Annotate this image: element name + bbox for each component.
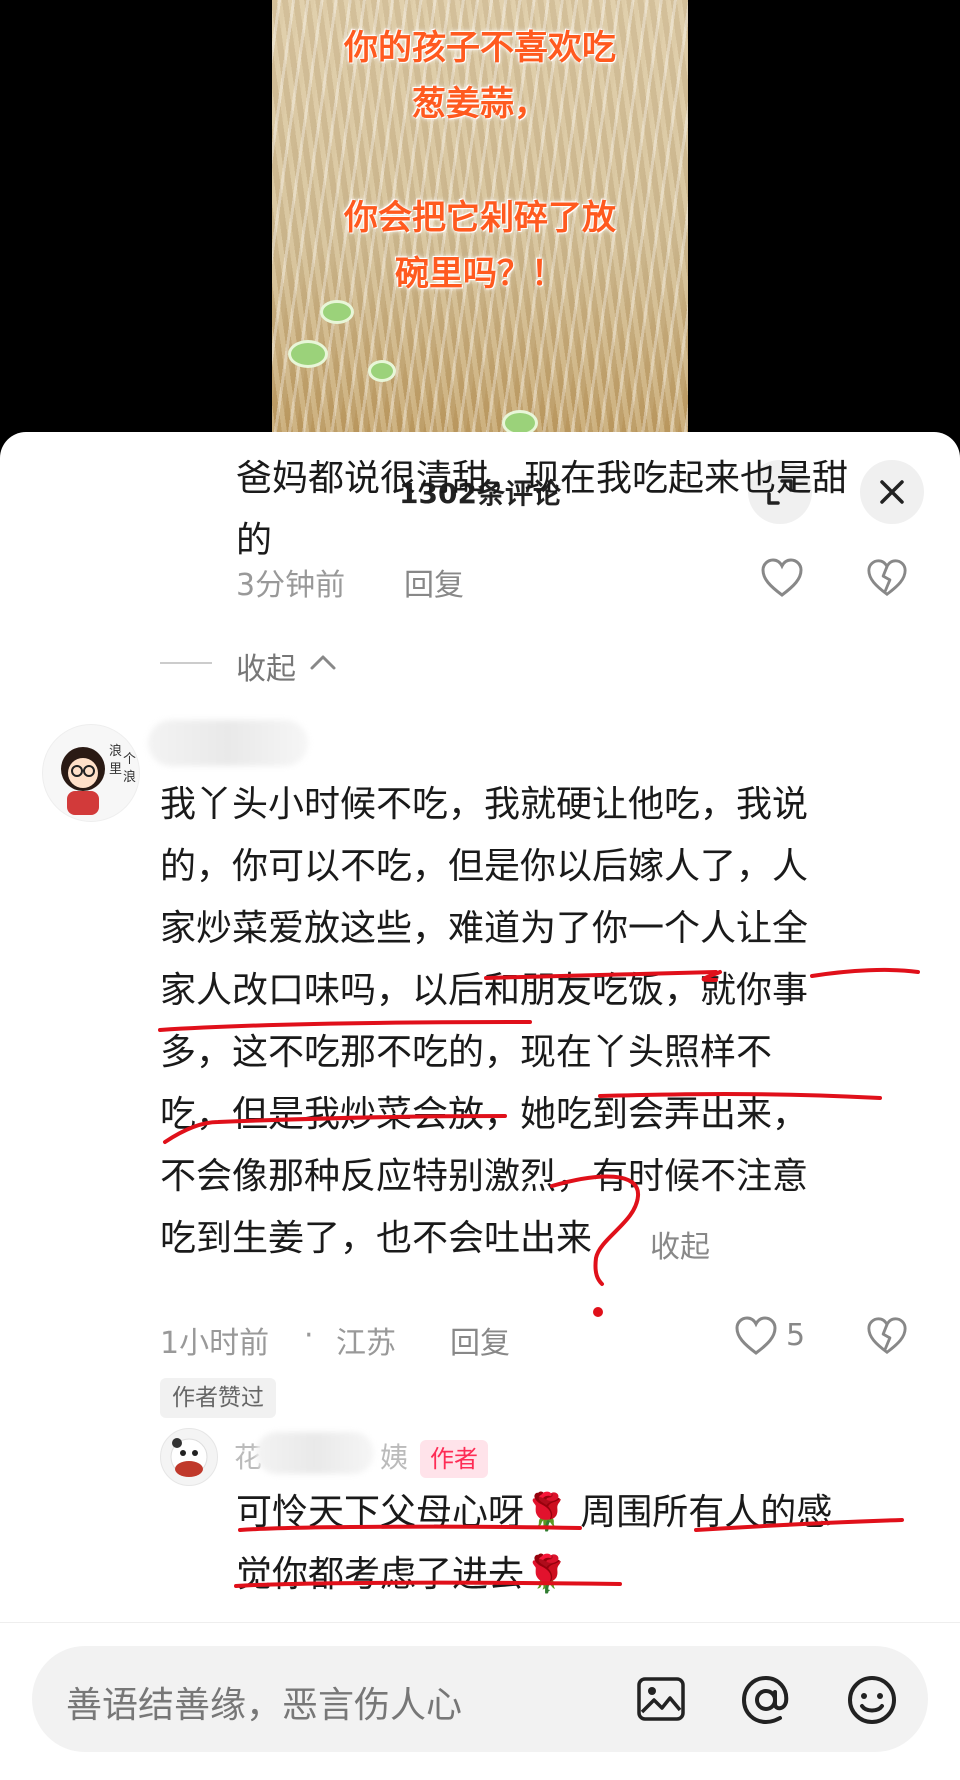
comment-input[interactable]: 善语结善缘，恶言伤人心 xyxy=(32,1646,928,1752)
username-blurred[interactable] xyxy=(256,1432,374,1474)
avatar-illustration xyxy=(170,1438,208,1477)
comment-text-line: 觉你都考虑了进去🌹 xyxy=(236,1554,569,1595)
username-blurred[interactable] xyxy=(148,720,308,766)
broken-heart-icon[interactable] xyxy=(866,1316,908,1356)
like-count: 5 xyxy=(786,1318,806,1353)
close-icon xyxy=(880,480,904,504)
reply-button[interactable]: 回复 xyxy=(404,560,464,604)
avatar[interactable]: 浪 里 个 浪 xyxy=(42,724,140,822)
svg-text:里: 里 xyxy=(109,762,122,777)
comment-text-line: 家炒菜爱放这些，难道为了你一个人让全 xyxy=(160,908,809,949)
heart-icon[interactable] xyxy=(760,558,804,598)
comment-text-line: 吃，但是我炒菜会放，她吃到会弄出来， xyxy=(160,1094,809,1135)
comment-sheet: 1302条评论 爸妈都说很清甜，现在我吃起来也是甜 的 3分钟前 回复 收起 浪… xyxy=(0,432,960,1780)
svg-text:浪: 浪 xyxy=(123,770,136,785)
avatar[interactable] xyxy=(160,1428,218,1486)
close-button[interactable] xyxy=(860,460,924,524)
comment-text-line: 家人改口味吗，以后和朋友吃饭，就你事 xyxy=(160,970,809,1011)
video-caption-line-3: 你会把它剁碎了放 xyxy=(344,198,616,238)
author-badge: 作者 xyxy=(420,1440,488,1478)
comment-text-line: 多，这不吃那不吃的，现在丫头照样不 xyxy=(160,1032,773,1073)
video-player[interactable]: 你的孩子不喜欢吃 葱姜蒜， 你会把它剁碎了放 碗里吗？！ xyxy=(0,0,960,440)
comment-text-line: 可怜天下父母心呀🌹 周围所有人的感 xyxy=(236,1492,833,1533)
video-thumbnail: 你的孩子不喜欢吃 葱姜蒜， 你会把它剁碎了放 碗里吗？！ xyxy=(272,0,688,440)
at-icon[interactable] xyxy=(740,1674,792,1726)
image-icon[interactable] xyxy=(636,1676,686,1722)
comment-input-placeholder: 善语结善缘，恶言伤人心 xyxy=(66,1685,463,1726)
comment-time: 1小时前 xyxy=(160,1326,270,1361)
collapse-text-button[interactable]: 收起 xyxy=(650,1222,710,1266)
video-caption-line-2: 葱姜蒜， xyxy=(412,84,548,124)
video-caption-line-1: 你的孩子不喜欢吃 xyxy=(344,28,616,68)
emoji-icon[interactable] xyxy=(846,1674,898,1726)
collapse-replies-button[interactable]: 收起 xyxy=(236,644,296,688)
comment-text-line: 爸妈都说很清甜，现在我吃起来也是甜 xyxy=(236,458,849,499)
comment-text-line: 我丫头小时候不吃，我就硬让他吃，我说 xyxy=(160,784,809,825)
collapse-divider xyxy=(160,662,212,664)
comment-time: 3分钟前 xyxy=(236,568,346,603)
svg-text:个: 个 xyxy=(123,752,136,767)
avatar-illustration: 浪 里 个 浪 xyxy=(61,744,136,815)
heart-icon[interactable] xyxy=(734,1316,778,1356)
input-divider xyxy=(0,1622,960,1623)
svg-text:浪: 浪 xyxy=(109,744,122,759)
comment-text-line: 的，你可以不吃，但是你以后嫁人了，人 xyxy=(160,846,809,887)
comment-text-line: 吃到生姜了，也不会吐出来 xyxy=(160,1218,593,1259)
comment-location: 江苏 xyxy=(336,1326,396,1361)
chevron-up-icon[interactable] xyxy=(308,652,338,672)
liked-by-author-tag: 作者赞过 xyxy=(160,1378,276,1418)
meta-dot: · xyxy=(304,1318,314,1353)
author-name-last: 姨 xyxy=(380,1441,409,1474)
broken-heart-icon[interactable] xyxy=(866,558,908,598)
comment-text-line: 不会像那种反应特别激烈，有时候不注意 xyxy=(160,1156,809,1197)
video-caption-line-4: 碗里吗？！ xyxy=(395,254,565,294)
reply-button[interactable]: 回复 xyxy=(450,1318,510,1362)
